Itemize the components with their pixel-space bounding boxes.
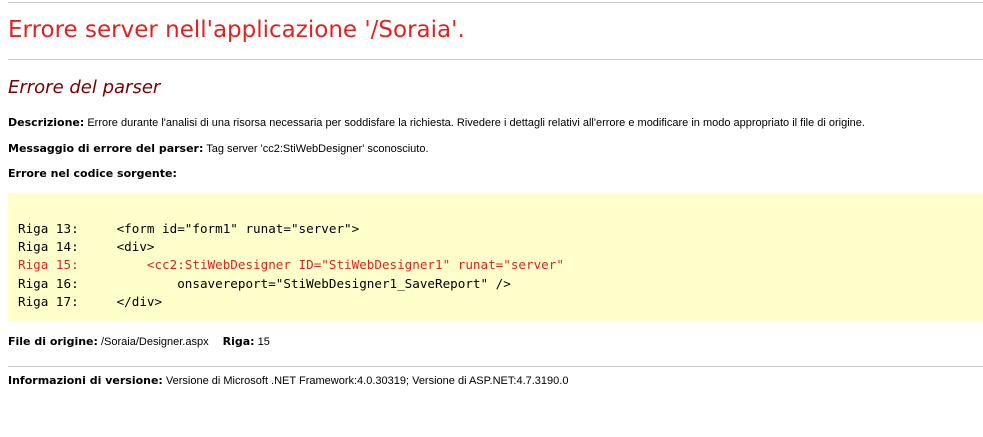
source-file-label: File di origine: bbox=[8, 335, 98, 348]
version-divider bbox=[8, 366, 983, 367]
parser-message-label: Messaggio di errore del parser: bbox=[8, 142, 204, 155]
description-label: Descrizione: bbox=[8, 116, 85, 129]
error-subtitle: Errore del parser bbox=[8, 77, 161, 98]
code-line: Riga 16: onsavereport="StiWebDesigner1_S… bbox=[18, 275, 511, 291]
source-file-line: File di origine: /Soraia/Designer.aspx Ri… bbox=[8, 335, 270, 348]
source-file-value: /Soraia/Designer.aspx bbox=[100, 336, 209, 348]
version-info-line: Informazioni di versione: Versione di Mi… bbox=[8, 374, 568, 387]
description-line: Descrizione: Errore durante l'analisi di… bbox=[8, 116, 865, 129]
source-error-heading: Errore nel codice sorgente: bbox=[8, 167, 177, 180]
parser-message-line: Messaggio di errore del parser: Tag serv… bbox=[8, 142, 429, 155]
source-code-box: Riga 13: <form id="form1" runat="server"… bbox=[8, 193, 983, 321]
page-title: Errore server nell'applicazione '/Soraia… bbox=[8, 17, 465, 43]
parser-message-text: Tag server 'cc2:StiWebDesigner' sconosci… bbox=[206, 143, 429, 155]
top-divider bbox=[8, 2, 983, 3]
code-line: Riga 17: </div> bbox=[18, 293, 163, 309]
code-line: Riga 13: <form id="form1" runat="server"… bbox=[18, 221, 360, 236]
version-info-text: Versione di Microsoft .NET Framework:4.0… bbox=[165, 375, 569, 387]
title-divider bbox=[8, 59, 983, 60]
source-error-label: Errore nel codice sorgente: bbox=[8, 167, 177, 180]
code-line-error: Riga 15: <cc2:StiWebDesigner ID="StiWebD… bbox=[18, 257, 564, 273]
code-line: Riga 14: <div> bbox=[18, 239, 155, 255]
source-code-block: Riga 13: <form id="form1" runat="server"… bbox=[18, 220, 564, 311]
description-text: Errore durante l'analisi di una risorsa … bbox=[87, 117, 865, 129]
version-info-label: Informazioni di versione: bbox=[8, 374, 163, 387]
line-number-label: Riga: bbox=[222, 335, 255, 348]
line-number-value: 15 bbox=[257, 336, 270, 348]
